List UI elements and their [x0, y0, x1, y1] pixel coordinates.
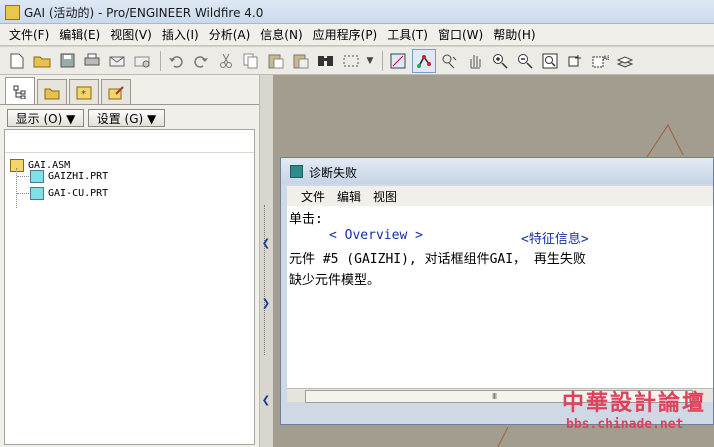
repaint-icon[interactable]	[387, 50, 409, 72]
toolbar-separator	[382, 50, 383, 71]
model-tree-header	[5, 130, 254, 153]
tab-divider	[0, 104, 259, 105]
menu-edit[interactable]: 编辑(E)	[54, 25, 105, 45]
settings-dropdown-button[interactable]: 设置 (G) ▼	[88, 109, 165, 127]
toolbar-separator	[160, 50, 161, 71]
model-tree-tab[interactable]	[5, 77, 35, 105]
tree-connector	[16, 168, 17, 208]
click-label: 单击:	[289, 212, 323, 227]
main-toolbar: ▼ AB	[0, 47, 714, 75]
model-tree: GAI.ASM GAIZHI.PRT GAI-CU.PRT	[4, 129, 255, 445]
dialog-message-area: 单击: < Overview > <特征信息> 元件 #5 (GAIZHI), …	[287, 206, 713, 388]
new-file-icon[interactable]	[6, 50, 28, 72]
layers-icon[interactable]	[614, 50, 636, 72]
favorites-tab[interactable]: *	[69, 79, 99, 105]
tree-item-label: GAI-CU.PRT	[48, 188, 109, 199]
tree-connector	[17, 193, 29, 194]
find-icon[interactable]	[315, 50, 337, 72]
part-icon	[30, 187, 44, 200]
open-folder-icon[interactable]	[31, 50, 53, 72]
undo-icon[interactable]	[165, 50, 187, 72]
expand-right-icon[interactable]: ❯	[261, 298, 271, 309]
window-title: GAI (活动的) - Pro/ENGINEER Wildfire 4.0	[24, 6, 264, 20]
print-icon[interactable]	[81, 50, 103, 72]
zoom-in-icon[interactable]	[489, 50, 511, 72]
menu-insert[interactable]: 插入(I)	[157, 25, 204, 45]
folder-browser-tab[interactable]	[37, 79, 67, 105]
window-titlebar: GAI (活动的) - Pro/ENGINEER Wildfire 4.0	[0, 0, 714, 24]
app-icon	[5, 5, 20, 20]
part-icon	[30, 170, 44, 183]
splitter-grip	[264, 205, 266, 355]
assembly-icon	[10, 159, 24, 172]
tree-item-part[interactable]: GAI-CU.PRT	[30, 187, 108, 200]
dialog-titlebar[interactable]: 诊断失败	[281, 158, 713, 184]
mail-icon[interactable]	[131, 50, 153, 72]
datum-planes-icon[interactable]	[564, 50, 586, 72]
svg-text:AB: AB	[603, 55, 609, 62]
panel-splitter[interactable]: ❮ ❯ ❮	[259, 75, 273, 447]
dropdown-icon[interactable]: ▼	[365, 50, 375, 72]
show-dropdown-button[interactable]: 显示 (O) ▼	[7, 109, 84, 127]
feature-info-link[interactable]: <特征信息>	[521, 228, 589, 247]
dialog-menu-edit[interactable]: 编辑	[331, 188, 367, 205]
zoom-out-icon[interactable]	[514, 50, 536, 72]
menu-help[interactable]: 帮助(H)	[488, 25, 540, 45]
menubar: 文件(F) 编辑(E) 视图(V) 插入(I) 分析(A) 信息(N) 应用程序…	[0, 24, 714, 46]
menu-file[interactable]: 文件(F)	[4, 25, 54, 45]
scroll-grip: III	[492, 392, 497, 401]
save-icon[interactable]	[56, 50, 78, 72]
menu-info[interactable]: 信息(N)	[255, 25, 307, 45]
tree-item-label: GAIZHI.PRT	[48, 171, 109, 182]
menu-tools[interactable]: 工具(T)	[382, 25, 433, 45]
menu-window[interactable]: 窗口(W)	[433, 25, 488, 45]
dialog-title: 诊断失败	[309, 166, 358, 180]
cut-icon[interactable]	[215, 50, 237, 72]
pan-hand-icon[interactable]	[464, 50, 486, 72]
collapse-left-icon[interactable]: ❮	[261, 238, 271, 249]
failure-message: 元件 #5 (GAIZHI), 对话框组件GAI， 再生失败	[289, 252, 586, 267]
connections-tab[interactable]	[101, 79, 131, 105]
watermark-logo: 中華設計論壇 bbs.chinade.net	[558, 385, 708, 441]
menu-view[interactable]: 视图(V)	[105, 25, 157, 45]
send-mail-icon[interactable]	[106, 50, 128, 72]
svg-text:*: *	[81, 89, 86, 100]
refit-icon[interactable]	[539, 50, 561, 72]
paste-special-icon[interactable]	[290, 50, 312, 72]
orient-icon[interactable]	[439, 50, 461, 72]
spin-center-icon[interactable]	[412, 48, 436, 73]
menu-analysis[interactable]: 分析(A)	[204, 25, 256, 45]
menu-applications[interactable]: 应用程序(P)	[308, 25, 383, 45]
watermark-title: 中華設計論壇	[562, 391, 707, 416]
collapse-left-icon[interactable]: ❮	[261, 395, 271, 406]
copy-icon[interactable]	[240, 50, 262, 72]
dialog-icon	[290, 165, 303, 178]
navigator-panel: * 显示 (O) ▼ 设置 (G) ▼ GAI.ASM GAIZHI.PRT G…	[0, 75, 259, 447]
select-box-icon[interactable]	[340, 50, 362, 72]
dialog-menu-file[interactable]: 文件	[295, 188, 331, 205]
dialog-menu-view[interactable]: 视图	[367, 188, 403, 205]
redo-icon[interactable]	[190, 50, 212, 72]
watermark-url: bbs.chinade.net	[566, 417, 684, 432]
tree-item-part[interactable]: GAIZHI.PRT	[30, 170, 108, 183]
overview-link[interactable]: < Overview >	[329, 228, 423, 243]
failure-reason: 缺少元件模型。	[289, 273, 381, 288]
datum-axes-icon[interactable]: AB	[589, 50, 611, 72]
dialog-menubar: 文件 编辑 视图	[287, 186, 713, 206]
paste-icon[interactable]	[265, 50, 287, 72]
tree-connector	[17, 176, 29, 177]
